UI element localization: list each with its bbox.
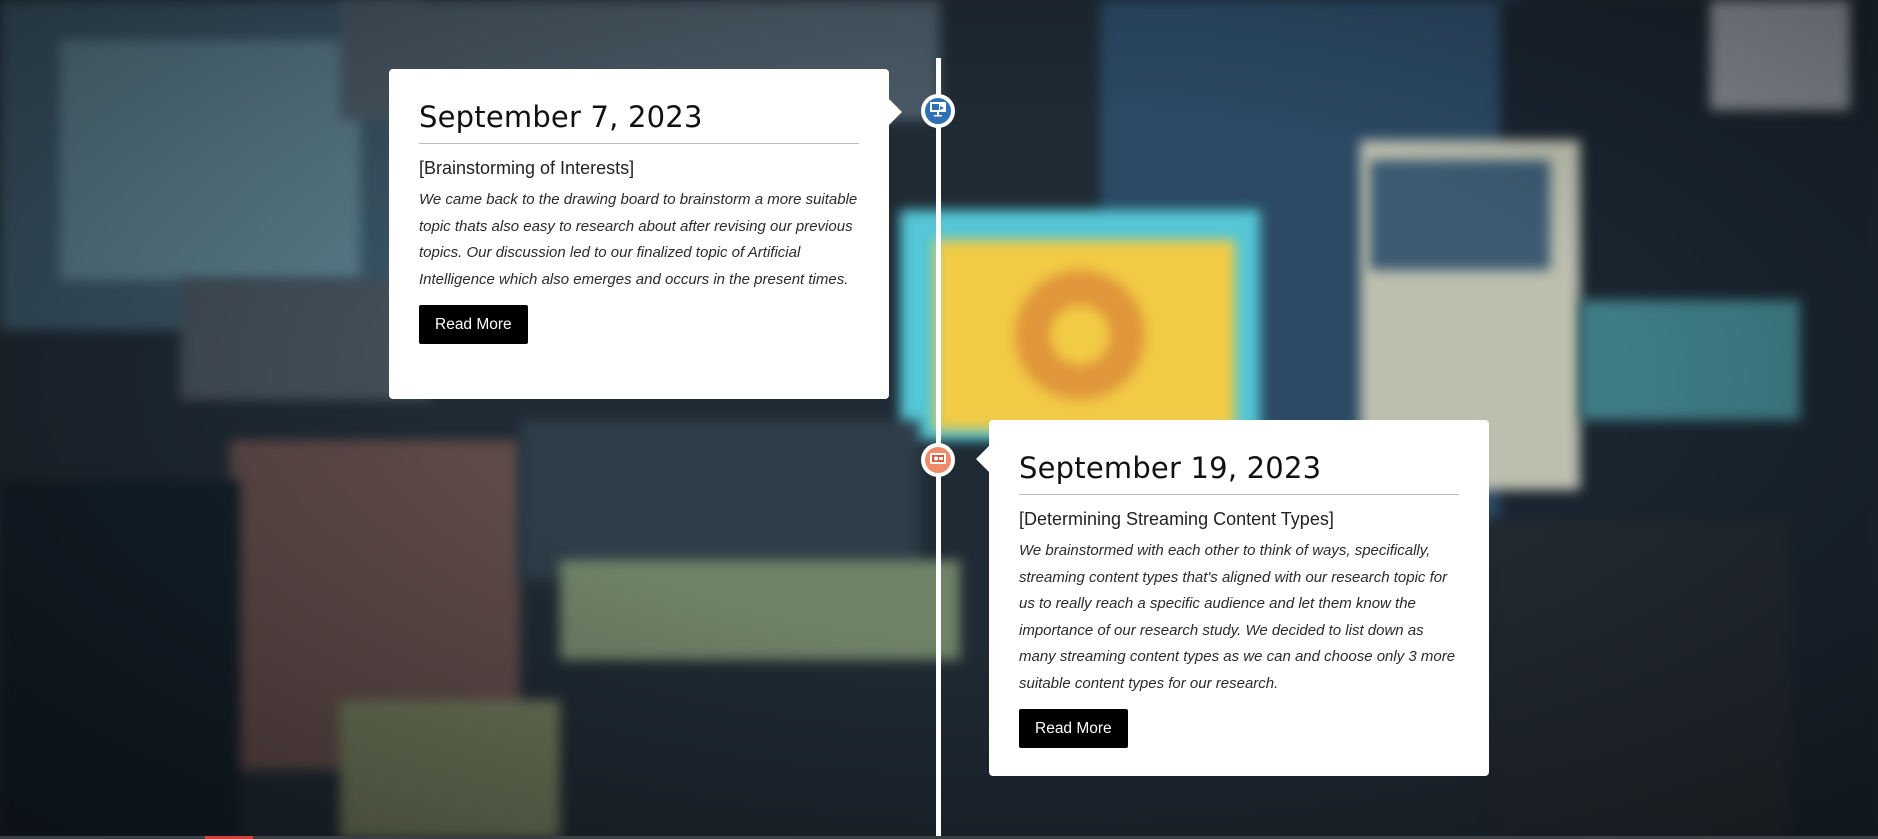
video-streaming-icon (929, 451, 947, 470)
card-pointer (976, 446, 989, 472)
timeline-node-1 (921, 94, 955, 128)
entry-title: [Brainstorming of Interests] (419, 158, 635, 178)
entry-description: We brainstormed with each other to think… (1019, 542, 1456, 692)
timeline-node-2 (921, 443, 955, 477)
presentation-icon (929, 101, 947, 121)
read-more-button[interactable]: Read More (419, 305, 528, 344)
entry-date: September 19, 2023 (1019, 420, 1459, 495)
timeline-page: September 7, 2023 [Brainstorming of Inte… (0, 0, 1878, 839)
timeline-card-1: September 7, 2023 [Brainstorming of Inte… (389, 69, 902, 399)
card-pointer (889, 99, 902, 125)
read-more-button[interactable]: Read More (1019, 709, 1128, 748)
entry-date: September 7, 2023 (419, 69, 859, 144)
entry-title: [Determining Streaming Content Types] (1019, 509, 1334, 529)
entry-description: We came back to the drawing board to bra… (419, 191, 858, 288)
timeline-card-2: September 19, 2023 [Determining Streamin… (976, 420, 1489, 776)
